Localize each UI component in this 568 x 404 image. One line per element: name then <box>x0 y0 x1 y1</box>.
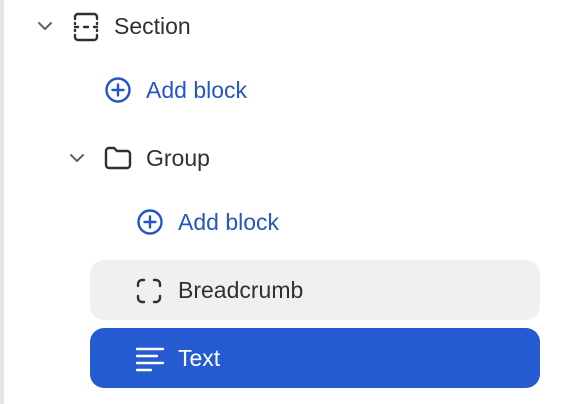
add-block-label: Add block <box>178 209 280 235</box>
tree-item-text[interactable]: Text <box>90 328 540 388</box>
tree-item-label: Group <box>146 145 210 171</box>
tree-item-label: Section <box>114 13 191 39</box>
chevron-down-icon[interactable] <box>68 151 86 165</box>
add-block-button-group[interactable]: Add block <box>0 194 568 252</box>
tree-item-group[interactable]: Group <box>0 130 568 188</box>
add-block-button-section[interactable]: Add block <box>0 62 568 120</box>
folder-icon <box>103 145 133 171</box>
block-tree-panel: Section Add block Group Add block Breadc… <box>0 0 568 404</box>
tree-item-label: Breadcrumb <box>178 277 304 303</box>
tree-item-breadcrumb[interactable]: Breadcrumb <box>90 260 540 320</box>
tree-item-label: Text <box>178 345 221 371</box>
tree-item-section[interactable]: Section <box>0 0 568 58</box>
plus-circle-icon <box>104 76 132 104</box>
add-block-label: Add block <box>146 77 248 103</box>
plus-circle-icon <box>136 208 164 236</box>
chevron-down-icon[interactable] <box>36 19 54 33</box>
block-frame-icon <box>136 278 162 304</box>
text-lines-icon <box>135 346 165 372</box>
section-icon <box>72 12 100 42</box>
